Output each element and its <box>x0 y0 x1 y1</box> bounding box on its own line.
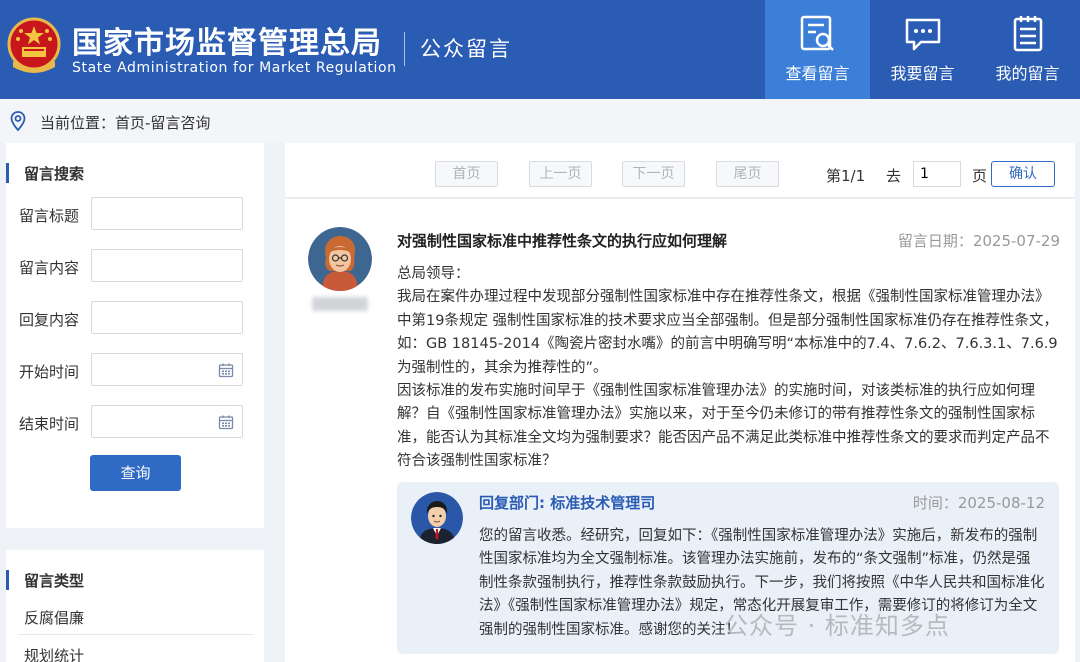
watermark: 公众号 · 标准知多点 <box>724 612 950 640</box>
goto-label: 去 <box>886 167 902 185</box>
last-page-button[interactable]: 尾页 <box>716 161 779 187</box>
nav-label: 查看留言 <box>785 64 850 83</box>
type-item-planning[interactable]: 规划统计 <box>24 645 84 662</box>
nav-view-messages[interactable]: 查看留言 <box>765 0 870 99</box>
content-field-label: 留言内容 <box>19 259 80 277</box>
nav-my-messages[interactable]: 我的留言 <box>975 0 1080 99</box>
breadcrumb: 当前位置：首页-留言咨询 <box>0 99 1080 143</box>
message-body: 总局领导： 我局在案件办理过程中发现部分强制性国家标准中存在推荐性条文，根据《强… <box>397 263 1059 474</box>
chat-bubble-icon <box>905 18 941 51</box>
reply-department: 回复部门: 标准技术管理司 <box>479 494 656 512</box>
type-divider <box>18 634 254 635</box>
page-number-input[interactable] <box>913 161 961 187</box>
page-indicator: 第1/1 <box>826 167 866 185</box>
nav-post-message[interactable]: 我要留言 <box>870 0 975 99</box>
reply-field-label: 回复内容 <box>19 311 80 329</box>
notepad-icon <box>1013 16 1043 52</box>
site-header: 国家市场监督管理总局 State Administration for Mark… <box>0 0 1080 99</box>
title-field-label: 留言标题 <box>19 207 80 225</box>
message-paragraph: 因该标准的发布实施时间早于《强制性国家标准管理办法》的实施时间，对该类标准的执行… <box>397 383 1050 470</box>
first-page-button[interactable]: 首页 <box>435 161 498 187</box>
reply-time: 时间：2025-08-12 <box>912 494 1045 512</box>
start-date-label: 开始时间 <box>19 363 80 381</box>
calendar-icon[interactable] <box>218 362 234 378</box>
message-greeting: 总局领导： <box>397 266 470 282</box>
prev-page-button[interactable]: 上一页 <box>529 161 592 187</box>
calendar-icon[interactable] <box>218 414 234 430</box>
content-field[interactable] <box>91 249 243 282</box>
section-title: 公众留言 <box>420 37 512 61</box>
site-title: 国家市场监督管理总局 <box>72 26 382 61</box>
search-message-icon <box>800 15 834 51</box>
reply-field[interactable] <box>91 301 243 334</box>
message-paragraph: 我局在案件办理过程中发现部分强制性国家标准中存在推荐性条文，根据《强制性国家标准… <box>397 289 1059 376</box>
official-avatar <box>411 492 463 544</box>
title-field[interactable] <box>91 197 243 230</box>
user-avatar <box>308 227 372 291</box>
message-type-panel: 留言类型 反腐倡廉 规划统计 <box>6 550 264 662</box>
end-date-label: 结束时间 <box>19 415 80 433</box>
confirm-button[interactable]: 确认 <box>991 161 1055 187</box>
message-title: 对强制性国家标准中推荐性条文的执行应如何理解 <box>397 232 728 250</box>
type-panel-title: 留言类型 <box>6 570 84 590</box>
nav-label: 我要留言 <box>890 64 955 83</box>
breadcrumb-text[interactable]: 当前位置：首页-留言咨询 <box>40 112 210 133</box>
search-panel-title: 留言搜索 <box>6 163 84 183</box>
national-emblem-icon <box>7 17 61 73</box>
message-date: 留言日期：2025-07-29 <box>897 232 1060 250</box>
redacted-username <box>312 297 368 311</box>
page-unit-label: 页 <box>972 167 988 185</box>
next-page-button[interactable]: 下一页 <box>622 161 685 187</box>
search-panel: 留言搜索 留言标题 留言内容 回复内容 开始时间 结束时间 查询 <box>6 143 264 528</box>
query-button[interactable]: 查询 <box>90 455 181 491</box>
site-subtitle: State Administration for Market Regulati… <box>72 60 397 76</box>
pagination-bar: 首页 上一页 下一页 尾页 第1/1 去 页 确认 <box>285 143 1075 198</box>
location-pin-icon <box>10 111 26 131</box>
nav-label: 我的留言 <box>995 64 1060 83</box>
message-item: 对强制性国家标准中推荐性条文的执行应如何理解 留言日期：2025-07-29 总… <box>285 199 1075 662</box>
header-divider <box>404 32 405 66</box>
type-item-anticorruption[interactable]: 反腐倡廉 <box>24 607 84 628</box>
